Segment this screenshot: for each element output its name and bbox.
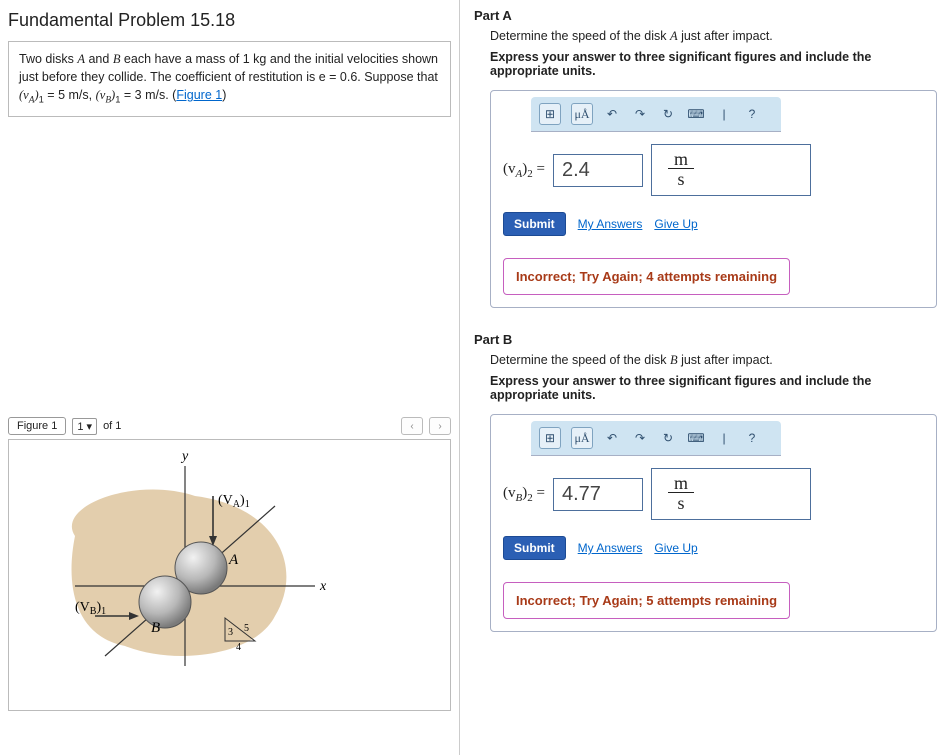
part-b-toolbar: ⊞ μÅ ↶ ↷ ↻ ⌨ | ? — [531, 421, 781, 456]
unit-numerator: m — [668, 150, 694, 169]
templates-icon[interactable]: ⊞ — [539, 103, 561, 125]
text: and — [85, 52, 113, 66]
units-mu-icon[interactable]: μÅ — [571, 103, 593, 125]
keyboard-icon[interactable]: ⌨ — [687, 105, 705, 123]
text: = 5 m/s — [44, 88, 89, 102]
unit-denominator: s — [671, 493, 690, 515]
text: . ( — [165, 88, 176, 102]
redo-icon[interactable]: ↷ — [631, 105, 649, 123]
figure-next-button[interactable]: › — [429, 417, 451, 435]
part-b-instructions: Express your answer to three significant… — [490, 374, 937, 402]
problem-statement: Two disks A and B each have a mass of 1 … — [8, 41, 451, 117]
keyboard-icon[interactable]: ⌨ — [687, 429, 705, 447]
reset-icon[interactable]: ↻ — [659, 105, 677, 123]
disk-B-label: B — [151, 620, 160, 636]
part-b-answer-panel: ⊞ μÅ ↶ ↷ ↻ ⌨ | ? (vB)2 = — [490, 414, 937, 632]
unit-numerator: m — [668, 474, 694, 493]
part-b: Part B Determine the speed of the disk B… — [474, 332, 937, 632]
figure-of-text: of 1 — [103, 420, 121, 432]
part-a-my-answers-link[interactable]: My Answers — [578, 217, 643, 231]
tri-3: 3 — [228, 627, 233, 638]
disk-A-label: A — [228, 552, 239, 568]
part-a-value-input[interactable] — [553, 154, 643, 187]
text: , — [89, 88, 96, 102]
part-b-unit-box[interactable]: m s — [651, 468, 811, 520]
part-a-title: Part A — [474, 8, 937, 23]
text: Two disks — [19, 52, 77, 66]
tri-4: 4 — [236, 642, 241, 653]
part-a-unit-box[interactable]: m s — [651, 144, 811, 196]
var-A: A — [77, 52, 85, 66]
undo-icon[interactable]: ↶ — [603, 105, 621, 123]
vA-label: (VA)1 — [218, 493, 250, 510]
part-b-lhs: (vB)2 = — [503, 485, 545, 504]
figure-label-button[interactable]: Figure 1 — [8, 417, 66, 435]
undo-icon[interactable]: ↶ — [603, 429, 621, 447]
part-a-submit-button[interactable]: Submit — [503, 212, 566, 236]
part-b-value-input[interactable] — [553, 478, 643, 511]
part-b-my-answers-link[interactable]: My Answers — [578, 541, 643, 555]
reset-icon[interactable]: ↻ — [659, 429, 677, 447]
part-a-give-up-link[interactable]: Give Up — [654, 217, 697, 231]
redo-icon[interactable]: ↷ — [631, 429, 649, 447]
figure-link[interactable]: Figure 1 — [176, 88, 222, 102]
page-title: Fundamental Problem 15.18 — [8, 10, 451, 31]
part-b-submit-button[interactable]: Submit — [503, 536, 566, 560]
figure-selector[interactable]: 1 ▾ — [72, 418, 97, 435]
part-b-prompt: Determine the speed of the disk B just a… — [490, 353, 937, 368]
part-b-give-up-link[interactable]: Give Up — [654, 541, 697, 555]
tri-5: 5 — [244, 623, 249, 634]
sym: (v — [96, 88, 106, 102]
part-a-toolbar: ⊞ μÅ ↶ ↷ ↻ ⌨ | ? — [531, 97, 781, 132]
part-a-instructions: Express your answer to three significant… — [490, 50, 937, 78]
figure-nav: Figure 1 1 ▾ of 1 ‹ › — [8, 417, 451, 435]
sym: (v — [19, 88, 29, 102]
separator: | — [715, 105, 733, 123]
part-a: Part A Determine the speed of the disk A… — [474, 8, 937, 308]
axis-y-label: y — [180, 449, 189, 464]
units-mu-icon[interactable]: μÅ — [571, 427, 593, 449]
part-a-prompt: Determine the speed of the disk A just a… — [490, 29, 937, 44]
text: ) — [222, 88, 226, 102]
help-icon[interactable]: ? — [743, 105, 761, 123]
part-b-title: Part B — [474, 332, 937, 347]
part-b-feedback: Incorrect; Try Again; 5 attempts remaini… — [503, 582, 790, 619]
figure-image: y x A B (VA)1 (VB)1 3 4 5 — [8, 439, 451, 711]
unit-denominator: s — [671, 169, 690, 191]
part-a-feedback: Incorrect; Try Again; 4 attempts remaini… — [503, 258, 790, 295]
axis-x-label: x — [319, 579, 327, 594]
figure-prev-button[interactable]: ‹ — [401, 417, 423, 435]
text: = 3 m/s — [120, 88, 165, 102]
separator: | — [715, 429, 733, 447]
help-icon[interactable]: ? — [743, 429, 761, 447]
part-a-answer-panel: ⊞ μÅ ↶ ↷ ↻ ⌨ | ? (vA)2 = — [490, 90, 937, 308]
part-a-lhs: (vA)2 = — [503, 161, 545, 180]
templates-icon[interactable]: ⊞ — [539, 427, 561, 449]
